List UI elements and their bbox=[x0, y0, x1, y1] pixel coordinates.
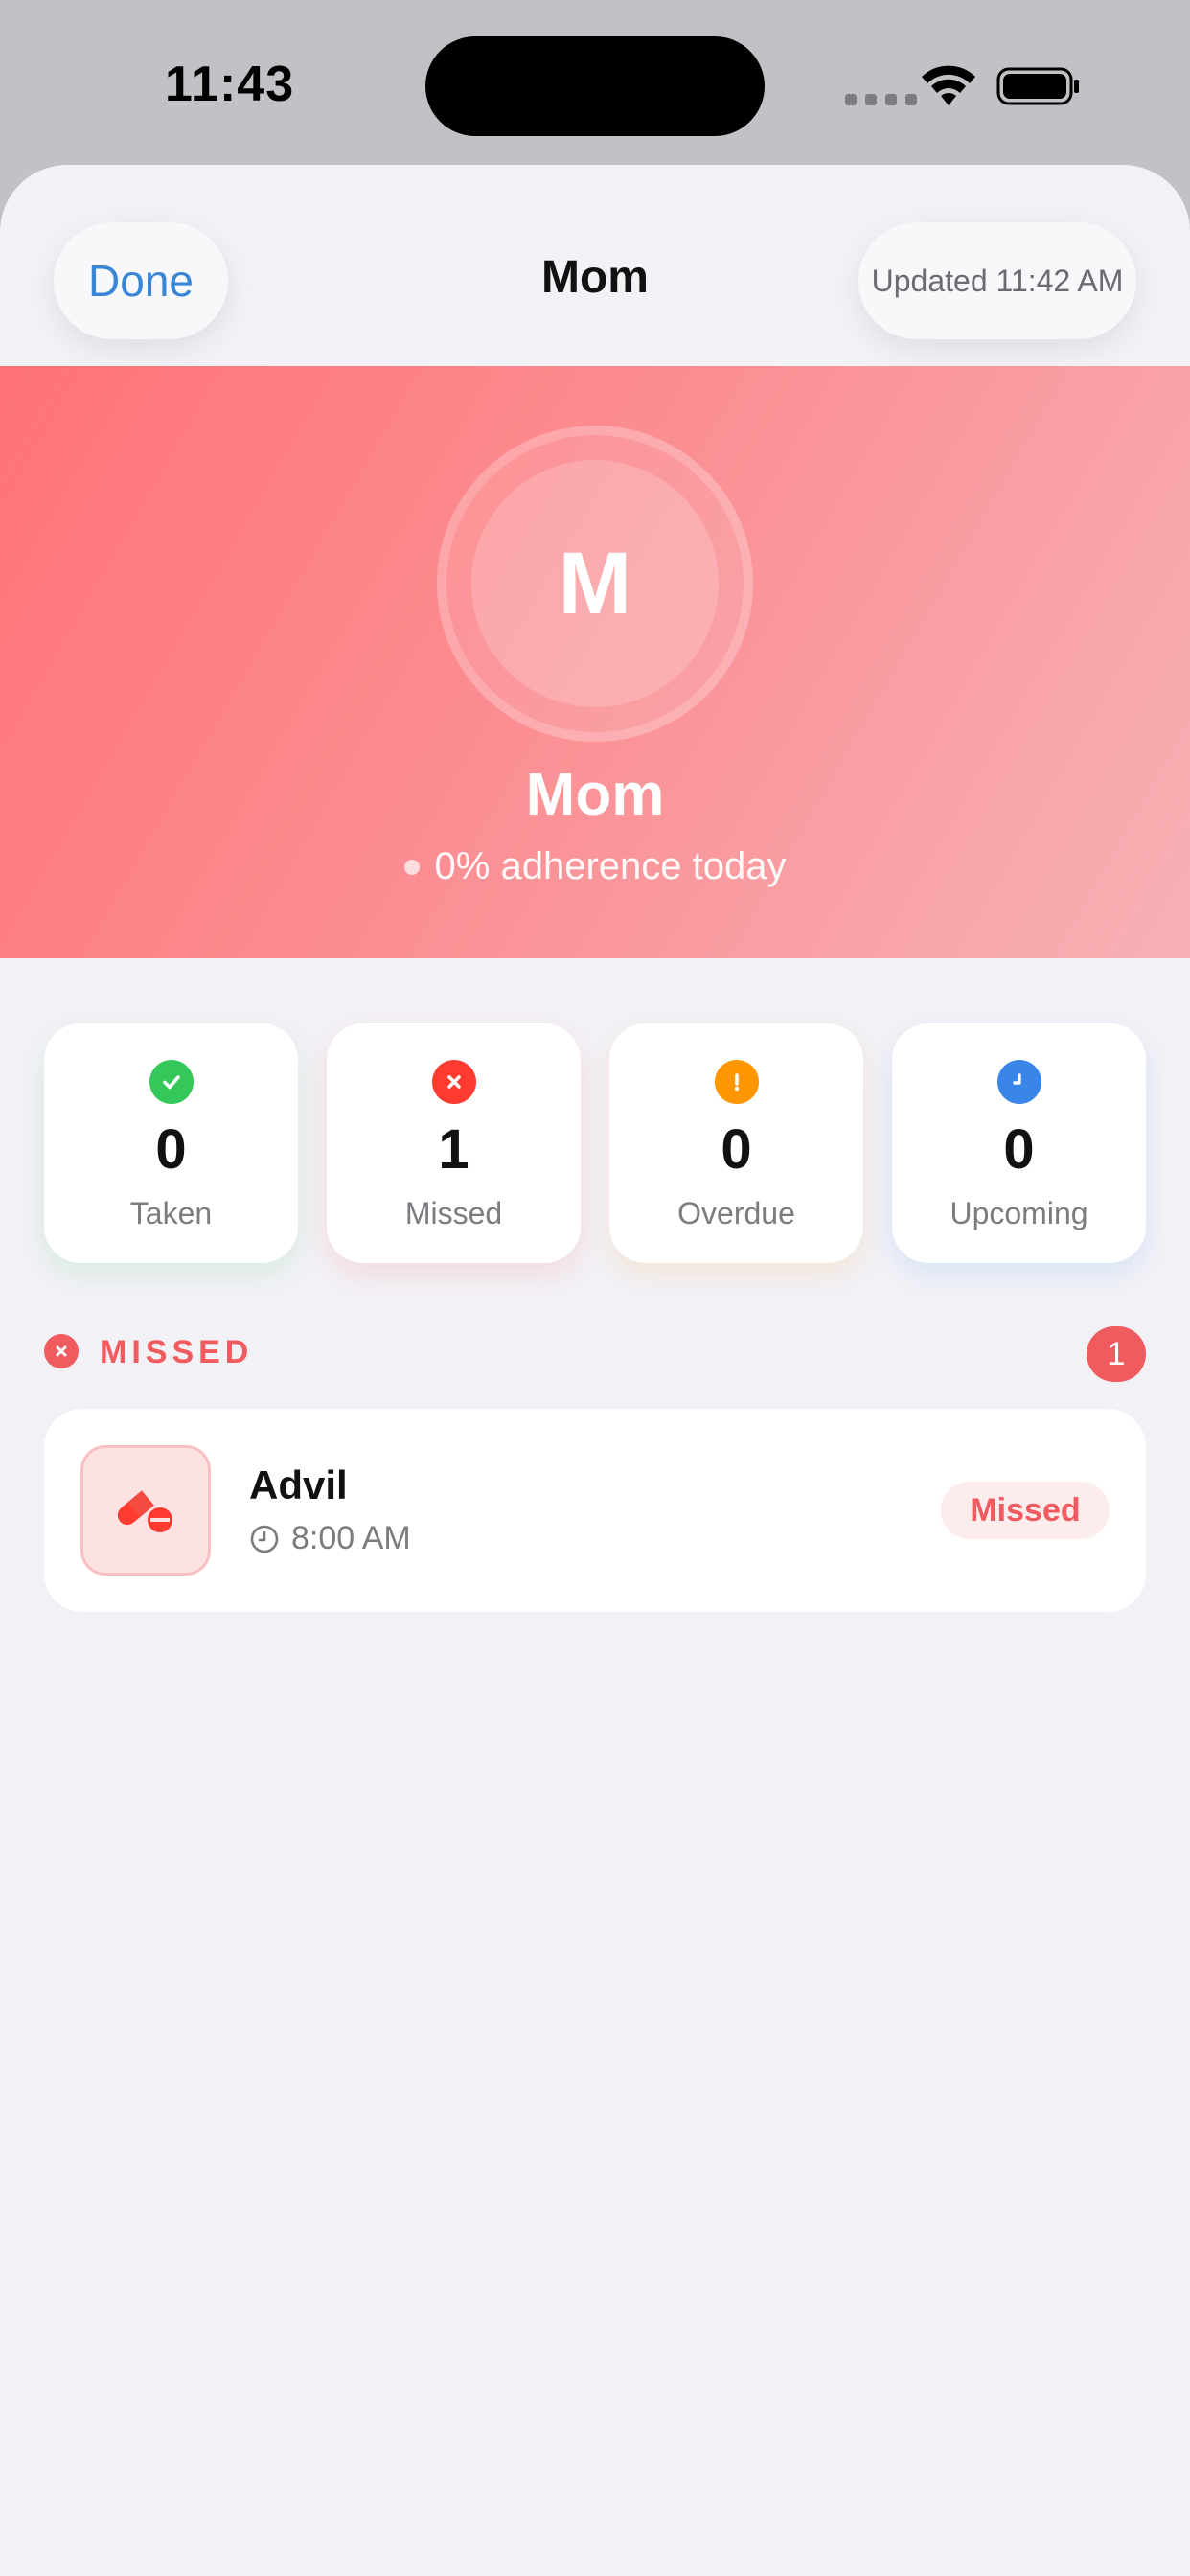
stat-label: Overdue bbox=[677, 1196, 795, 1230]
clock-icon bbox=[250, 1525, 279, 1552]
section-title: MISSED bbox=[100, 1334, 254, 1370]
checkmark-icon bbox=[149, 1060, 194, 1104]
stat-card-overdue[interactable]: 0 Overdue bbox=[609, 1024, 863, 1263]
stat-card-missed[interactable]: 1 Missed bbox=[327, 1024, 581, 1263]
medication-time-text: 8:00 AM bbox=[291, 1520, 411, 1556]
medication-name: Advil bbox=[249, 1462, 348, 1507]
battery-icon bbox=[996, 67, 1079, 105]
adherence-text: 0% adherence today bbox=[434, 845, 787, 887]
status-badge: Missed bbox=[941, 1482, 1110, 1539]
stat-label: Upcoming bbox=[950, 1196, 1088, 1230]
status-time: 11:43 bbox=[165, 57, 295, 112]
stats-row: 0 Taken 1 Missed 0 Overdue 0 Upcoming bbox=[44, 1024, 1146, 1263]
pills-icon bbox=[80, 1445, 211, 1576]
count-badge: 1 bbox=[1087, 1326, 1146, 1382]
stat-value: 0 bbox=[155, 1118, 187, 1181]
clock-icon bbox=[996, 1060, 1041, 1104]
stat-value: 0 bbox=[721, 1118, 752, 1181]
x-circle-icon bbox=[44, 1334, 79, 1368]
adherence-status: 0% adherence today bbox=[0, 845, 1190, 888]
stat-label: Taken bbox=[129, 1196, 213, 1230]
exclamation-icon bbox=[714, 1060, 759, 1104]
x-icon bbox=[431, 1060, 476, 1104]
missed-section-header: MISSED 1 bbox=[44, 1326, 1146, 1384]
wifi-icon bbox=[922, 65, 975, 105]
stat-value: 1 bbox=[438, 1118, 469, 1181]
stat-card-taken[interactable]: 0 Taken bbox=[44, 1024, 298, 1263]
last-updated-pill: Updated 11:42 AM bbox=[858, 222, 1136, 339]
status-dot-icon bbox=[403, 859, 420, 875]
stat-value: 0 bbox=[1003, 1118, 1035, 1181]
status-bar: 11:43 bbox=[0, 0, 1190, 163]
medication-row[interactable]: Advil 8:00 AM Missed bbox=[44, 1409, 1146, 1612]
caregiver-detail-sheet: Done Mom Updated 11:42 AM M Mom 0% adher… bbox=[0, 165, 1190, 2576]
stat-card-upcoming[interactable]: 0 Upcoming bbox=[892, 1024, 1146, 1263]
avatar: M bbox=[471, 460, 719, 707]
medication-time: 8:00 AM bbox=[249, 1520, 411, 1557]
stat-label: Missed bbox=[404, 1196, 503, 1230]
navigation-bar: Done Mom Updated 11:42 AM bbox=[0, 165, 1190, 366]
cellular-signal-icon bbox=[845, 94, 917, 105]
profile-name: Mom bbox=[525, 762, 665, 828]
profile-header: M Mom 0% adherence today bbox=[0, 366, 1190, 958]
dynamic-island bbox=[425, 36, 765, 136]
